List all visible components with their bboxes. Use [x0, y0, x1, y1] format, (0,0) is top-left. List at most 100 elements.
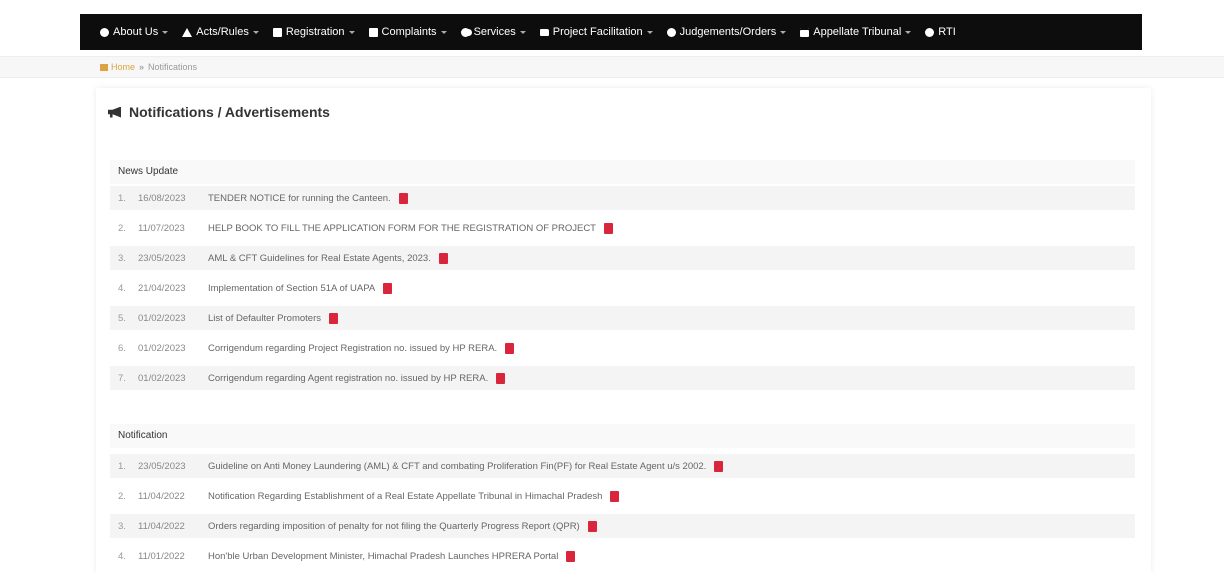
item-link[interactable]: Hon'ble Urban Development Minister, Hima… — [208, 551, 558, 562]
list-item: 2. 11/04/2022 Notification Regarding Estab… — [110, 484, 1135, 508]
item-number: 4. — [118, 550, 126, 562]
list-item: 3. 11/04/2022 Orders regarding imposition … — [110, 514, 1135, 538]
list-item: 7. 01/02/2023 Corrigendum regarding Agent … — [110, 366, 1135, 390]
clipboard-icon — [272, 27, 282, 37]
list-item: 1. 16/08/2023 TENDER NOTICE for running th… — [110, 186, 1135, 210]
item-date: 23/05/2023 — [138, 460, 186, 472]
item-link[interactable]: Corrigendum regarding Agent registration… — [208, 373, 488, 384]
item-number: 5. — [118, 312, 126, 324]
breadcrumb-separator: » — [139, 62, 145, 72]
home-icon — [100, 63, 108, 71]
item-date: 11/04/2022 — [138, 490, 185, 502]
item-number: 4. — [118, 282, 126, 294]
item-link[interactable]: List of Defaulter Promoters — [208, 313, 321, 324]
info-circle-icon — [100, 27, 109, 37]
section-heading-notification: Notification — [110, 424, 1135, 448]
pdf-icon[interactable] — [566, 550, 576, 562]
page-title-text: Notifications / Advertisements — [129, 104, 330, 120]
list-item: 3. 23/05/2023 AML & CFT Guidelines for Rea… — [110, 246, 1135, 270]
chevron-down-icon — [440, 30, 447, 34]
chevron-down-icon — [519, 30, 526, 34]
item-date: 23/05/2023 — [138, 252, 186, 264]
nav-label: Complaints — [381, 26, 437, 38]
item-date: 11/07/2023 — [138, 222, 185, 234]
nav-label: Services — [473, 26, 516, 38]
nav-complaints[interactable]: Complaints — [368, 26, 447, 38]
item-date: 11/04/2022 — [138, 520, 185, 532]
cogs-icon — [460, 27, 470, 37]
top-navbar: About Us Acts/Rules Registration Complai… — [80, 14, 1142, 50]
section-heading-news: News Update — [110, 160, 1135, 184]
item-date: 11/01/2022 — [138, 550, 185, 562]
chevron-down-icon — [348, 30, 355, 34]
item-date: 21/04/2023 — [138, 282, 186, 294]
pdf-icon[interactable] — [714, 460, 724, 472]
nav-rti[interactable]: RTI — [925, 26, 956, 38]
pdf-icon[interactable] — [505, 342, 515, 354]
pdf-icon[interactable] — [496, 372, 506, 384]
item-number: 3. — [118, 520, 126, 532]
item-link[interactable]: Orders regarding imposition of penalty f… — [208, 521, 580, 532]
item-link[interactable]: Implementation of Section 51A of UAPA — [208, 283, 375, 294]
item-number: 2. — [118, 490, 126, 502]
nav-label: About Us — [113, 26, 159, 38]
chevron-down-icon — [780, 30, 787, 34]
pdf-icon[interactable] — [398, 192, 408, 204]
page-title: Notifications / Advertisements — [108, 104, 330, 120]
nav-label: Judgements/Orders — [679, 26, 777, 38]
item-link[interactable]: Corrigendum regarding Project Registrati… — [208, 343, 497, 354]
list-item: 4. 21/04/2023 Implementation of Section 51… — [110, 276, 1135, 300]
calendar-icon — [800, 27, 810, 37]
nav-project-facilitation[interactable]: Project Facilitation — [539, 26, 653, 38]
item-link[interactable]: Guideline on Anti Money Laundering (AML)… — [208, 461, 706, 472]
list-item: 5. 01/02/2023 List of Defaulter Promoters — [110, 306, 1135, 330]
list-item: 4. 11/01/2022 Hon'ble Urban Development Mi… — [110, 544, 1135, 568]
pdf-icon[interactable] — [438, 252, 448, 264]
list-item: 2. 11/07/2023 HELP BOOK TO FILL THE APPLIC… — [110, 216, 1135, 240]
item-number: 6. — [118, 342, 126, 354]
breadcrumb: Home » Notifications — [0, 56, 1224, 78]
pdf-icon[interactable] — [603, 222, 613, 234]
chevron-down-icon — [162, 30, 169, 34]
nav-label: Registration — [285, 26, 345, 38]
item-number: 7. — [118, 372, 126, 384]
content-card: Notifications / Advertisements News Upda… — [96, 88, 1151, 573]
nav-registration[interactable]: Registration — [272, 26, 355, 38]
breadcrumb-home-link[interactable]: Home — [111, 62, 135, 72]
item-link[interactable]: TENDER NOTICE for running the Canteen. — [208, 193, 391, 204]
list-item: 1. 23/05/2023 Guideline on Anti Money Laun… — [110, 454, 1135, 478]
nav-services[interactable]: Services — [460, 26, 526, 38]
folder-icon — [539, 28, 549, 36]
nav-judgements-orders[interactable]: Judgements/Orders — [666, 26, 787, 38]
item-link[interactable]: AML & CFT Guidelines for Real Estate Age… — [208, 253, 431, 264]
info-circle-icon — [925, 27, 935, 37]
pdf-icon[interactable] — [383, 282, 393, 294]
nav-label: Project Facilitation — [552, 26, 643, 38]
item-date: 16/08/2023 — [138, 192, 186, 204]
nav-label: Acts/Rules — [196, 26, 249, 38]
item-number: 2. — [118, 222, 126, 234]
nav-about-us[interactable]: About Us — [100, 26, 169, 38]
list-item: 6. 01/02/2023 Corrigendum regarding Projec… — [110, 336, 1135, 360]
breadcrumb-current: Notifications — [148, 62, 198, 72]
info-circle-icon — [666, 27, 676, 37]
item-date: 01/02/2023 — [138, 312, 186, 324]
chevron-down-icon — [646, 30, 653, 34]
item-date: 01/02/2023 — [138, 372, 186, 384]
nav-label: RTI — [938, 26, 956, 38]
chevron-down-icon — [252, 30, 259, 34]
nav-label: Appellate Tribunal — [813, 26, 902, 38]
pdf-icon[interactable] — [329, 312, 338, 324]
item-number: 3. — [118, 252, 126, 264]
pdf-icon[interactable] — [610, 490, 620, 502]
pdf-icon[interactable] — [587, 520, 597, 532]
bullhorn-icon — [108, 106, 121, 118]
item-number: 1. — [118, 460, 126, 472]
chevron-down-icon — [905, 30, 912, 34]
item-link[interactable]: HELP BOOK TO FILL THE APPLICATION FORM F… — [208, 223, 596, 234]
nav-acts-rules[interactable]: Acts/Rules — [182, 26, 259, 38]
nav-appellate-tribunal[interactable]: Appellate Tribunal — [800, 26, 912, 38]
item-link[interactable]: Notification Regarding Establishment of … — [208, 491, 602, 502]
clipboard-icon — [368, 27, 378, 37]
item-number: 1. — [118, 192, 126, 204]
